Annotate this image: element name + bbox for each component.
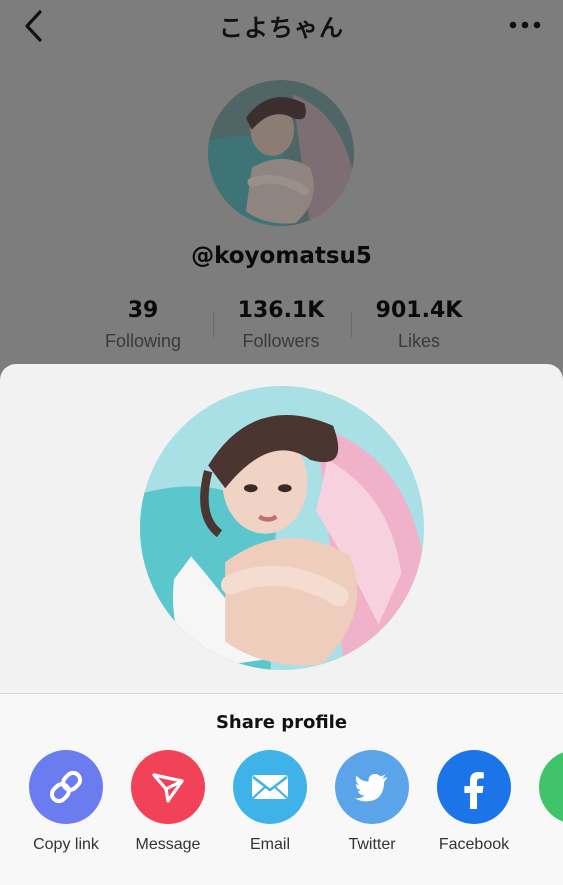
share-icon-circle xyxy=(539,750,563,824)
chat-icon xyxy=(556,767,563,807)
share-icon-circle xyxy=(233,750,307,824)
share-label: S xyxy=(526,836,563,854)
profile-avatar[interactable] xyxy=(208,80,354,226)
share-profile-sheet: Share profile Copy link Message Email Tw… xyxy=(0,364,563,885)
share-title: Share profile xyxy=(215,712,348,733)
stat-followers[interactable]: 136.1K Followers xyxy=(211,298,351,352)
profile-photo-large xyxy=(140,386,424,670)
stat-value: 901.4K xyxy=(375,298,463,323)
twitter-bird-icon xyxy=(355,774,387,802)
page-title: こよちゃん xyxy=(219,14,344,42)
profile-avatar-large xyxy=(140,386,424,670)
share-icon-circle xyxy=(335,750,409,824)
stat-label: Followers xyxy=(242,331,320,351)
stat-label: Following xyxy=(104,331,182,351)
share-label: Facebook xyxy=(438,836,510,853)
share-icon-circle xyxy=(437,750,511,824)
share-facebook-button[interactable]: Facebook xyxy=(424,750,524,854)
stat-following[interactable]: 39 Following xyxy=(73,298,213,352)
share-icon-circle xyxy=(131,750,205,824)
share-label: Copy link xyxy=(33,836,99,853)
send-icon xyxy=(152,773,184,803)
top-bar: こよちゃん xyxy=(0,0,563,52)
share-copy-link-button[interactable]: Copy link xyxy=(16,750,116,854)
share-message-button[interactable]: Message xyxy=(118,750,218,854)
share-label: Twitter xyxy=(348,836,396,853)
stat-value: 39 xyxy=(127,298,159,323)
link-icon xyxy=(49,770,83,804)
share-panel: Share profile Copy link Message Email Tw… xyxy=(0,694,563,885)
stat-value: 136.1K xyxy=(237,298,325,323)
profile-handle: @koyomatsu5 xyxy=(191,243,372,269)
share-icon-circle xyxy=(29,750,103,824)
ellipsis-icon[interactable] xyxy=(505,10,545,40)
facebook-icon xyxy=(464,772,484,809)
stat-label: Likes xyxy=(397,331,441,351)
profile-photo xyxy=(208,80,354,226)
share-email-button[interactable]: Email xyxy=(220,750,320,854)
share-label: Message xyxy=(135,836,201,853)
envelope-icon xyxy=(252,775,288,799)
share-more-option-button[interactable]: S xyxy=(526,750,563,854)
stat-likes[interactable]: 901.4K Likes xyxy=(349,298,489,352)
share-twitter-button[interactable]: Twitter xyxy=(322,750,422,854)
share-label: Email xyxy=(249,836,290,853)
